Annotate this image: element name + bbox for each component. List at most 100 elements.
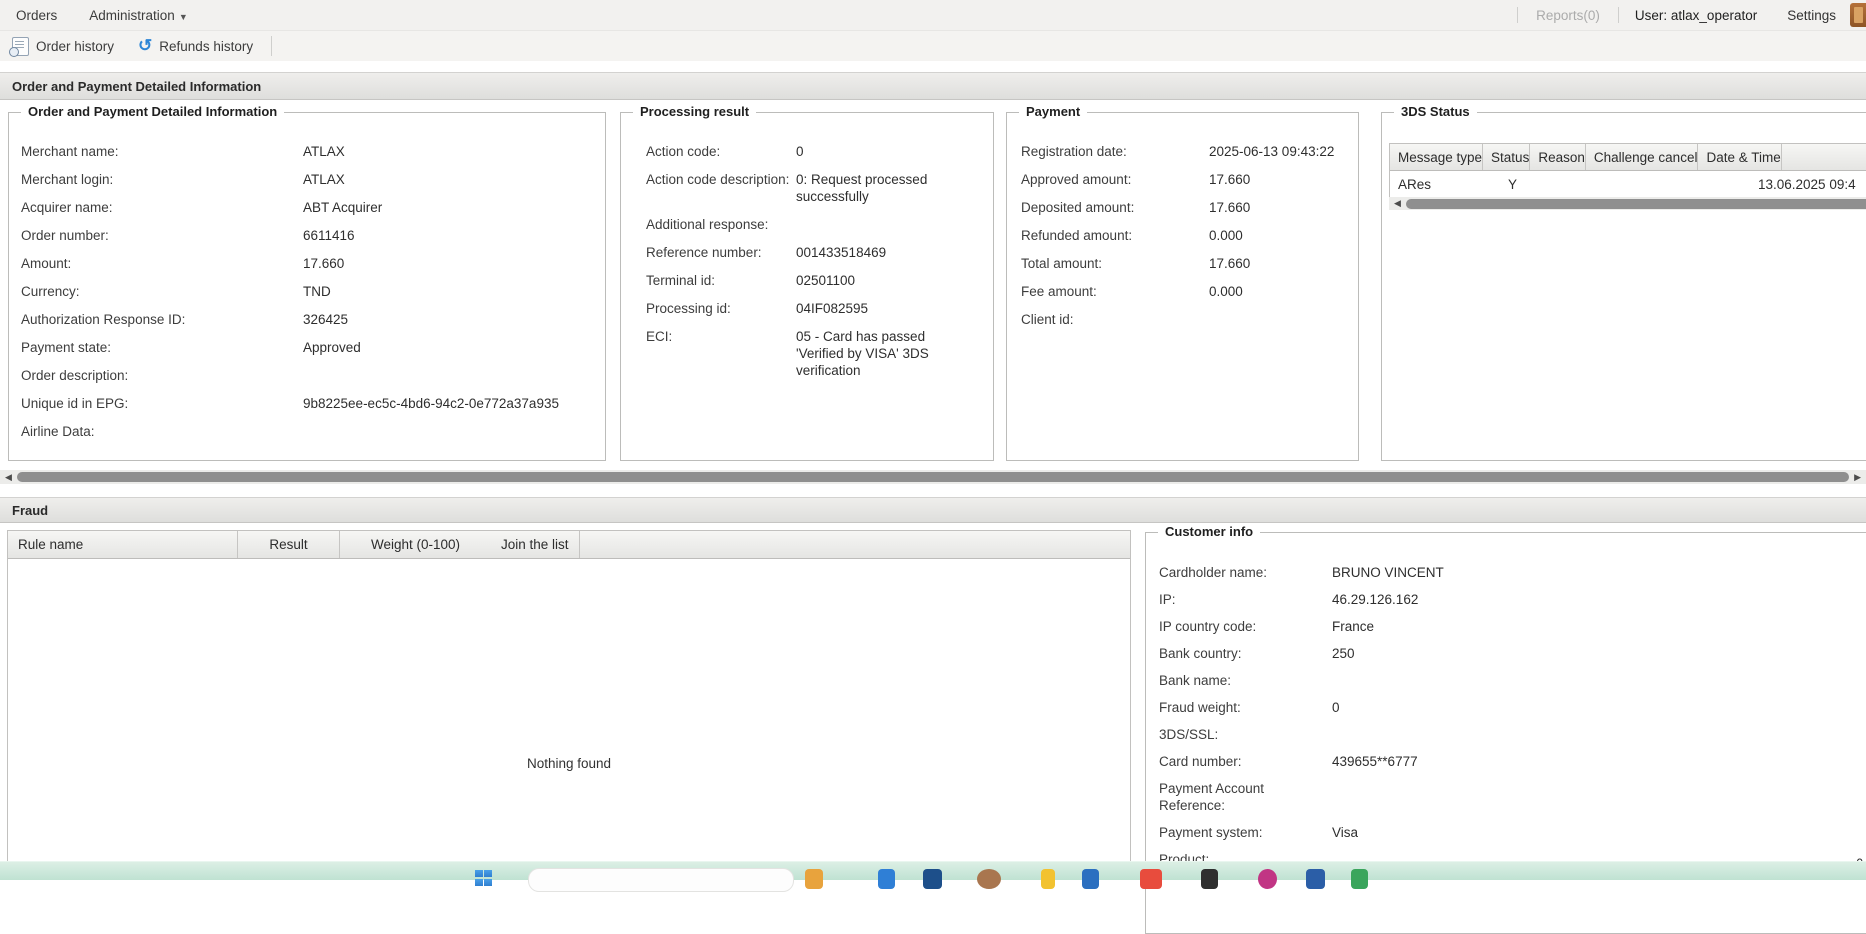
menu-reports[interactable]: Reports(0) — [1518, 8, 1618, 23]
info-row: Merchant login: ATLAX — [21, 171, 605, 188]
menu-settings[interactable]: Settings — [1773, 8, 1850, 23]
refunds-history-button[interactable]: ↺ Refunds history — [126, 38, 265, 55]
field-label: Bank country: — [1159, 645, 1332, 662]
field-value: 17.660 — [303, 255, 344, 272]
info-row: Bank country: 250 — [1159, 645, 1866, 662]
scroll-left-icon[interactable]: ◀ — [1389, 199, 1406, 208]
info-row: Action code description: 0: Request proc… — [646, 171, 993, 205]
info-row: Cardholder name: BRUNO VINCENT — [1159, 564, 1866, 581]
info-row: Card number: 439655**6777 — [1159, 753, 1866, 770]
app-icon-instagram[interactable] — [1258, 869, 1277, 889]
taskbar-search-input[interactable] — [528, 868, 794, 892]
field-value: Visa — [1332, 824, 1358, 841]
top-menu-bar: Orders Administration▼ Reports(0) User: … — [0, 0, 1866, 31]
info-row: 3DS/SSL: — [1159, 726, 1866, 743]
column-header: Join the list — [491, 531, 580, 558]
three-ds-table: Message typeStatusReasonChallenge cancel… — [1389, 143, 1866, 199]
cell-date-time: 13.06.2025 09:4 — [1750, 171, 1866, 198]
order-history-button[interactable]: Order history — [0, 37, 126, 56]
refund-arrow-icon: ↺ — [138, 37, 152, 54]
info-row: Fraud weight: 0 — [1159, 699, 1866, 716]
column-header: Challenge cancel — [1586, 144, 1699, 170]
main-horizontal-scrollbar[interactable]: ◀ ▶ — [0, 470, 1866, 484]
refunds-history-label: Refunds history — [159, 39, 253, 54]
three-ds-status-panel: 3DS Status Message typeStatusReasonChall… — [1381, 112, 1866, 461]
column-header: Status — [1483, 144, 1530, 170]
field-value: 46.29.126.162 — [1332, 591, 1418, 608]
info-row: Order number: 6611416 — [21, 227, 605, 244]
field-value: 17.660 — [1209, 171, 1250, 188]
field-value: 04IF082595 — [796, 300, 938, 317]
info-row: Processing id: 04IF082595 — [646, 300, 993, 317]
info-row: Refunded amount: 0.000 — [1021, 227, 1358, 244]
app-icon-blue-pencil[interactable] — [1082, 869, 1099, 889]
fraud-table: Rule nameResultWeight (0-100)Join the li… — [7, 530, 1131, 870]
field-label: Approved amount: — [1021, 171, 1209, 188]
info-row: Total amount: 17.660 — [1021, 255, 1358, 272]
customer-info-legend: Customer info — [1158, 524, 1260, 539]
info-row: IP country code: France — [1159, 618, 1866, 635]
field-label: IP: — [1159, 591, 1332, 608]
field-value: BRUNO VINCENT — [1332, 564, 1444, 581]
app-icon-green[interactable] — [1351, 869, 1368, 889]
info-row: Action code: 0 — [646, 143, 993, 160]
app-icon-black[interactable] — [1201, 869, 1218, 889]
app-icon-navy2[interactable] — [1306, 869, 1325, 889]
field-value: 17.660 — [1209, 255, 1250, 272]
field-label: Total amount: — [1021, 255, 1209, 272]
fraud-table-header: Rule nameResultWeight (0-100)Join the li… — [8, 531, 1130, 559]
info-row: Terminal id: 02501100 — [646, 272, 993, 289]
field-label: Amount: — [21, 255, 303, 272]
field-value: 001433518469 — [796, 244, 938, 261]
scrollbar-thumb[interactable] — [1406, 199, 1866, 209]
menu-administration[interactable]: Administration▼ — [73, 8, 203, 23]
field-label: Refunded amount: — [1021, 227, 1209, 244]
menu-orders[interactable]: Orders — [0, 8, 73, 23]
three-ds-table-header: Message typeStatusReasonChallenge cancel… — [1390, 144, 1866, 171]
info-row: Amount: 17.660 — [21, 255, 605, 272]
processing-result-legend: Processing result — [633, 104, 756, 119]
order-info-legend: Order and Payment Detailed Information — [21, 104, 284, 119]
logout-door-icon[interactable] — [1850, 3, 1866, 27]
windows-start-icon[interactable] — [475, 870, 492, 886]
field-label: 3DS/SSL: — [1159, 726, 1332, 743]
info-row: Payment system: Visa — [1159, 824, 1866, 841]
three-ds-legend: 3DS Status — [1394, 104, 1477, 119]
app-icon-folder[interactable] — [805, 869, 823, 889]
app-icon-blue-drop[interactable] — [878, 869, 895, 889]
three-ds-table-row[interactable]: ARes Y 13.06.2025 09:4 — [1390, 171, 1866, 199]
field-value: ABT Acquirer — [303, 199, 382, 216]
info-row: Reference number: 001433518469 — [646, 244, 993, 261]
field-label: Cardholder name: — [1159, 564, 1332, 581]
field-value: ATLAX — [303, 171, 345, 188]
scrollbar-thumb[interactable] — [17, 472, 1849, 482]
cell-message-type: ARes — [1390, 171, 1500, 198]
field-value: 250 — [1332, 645, 1355, 662]
app-icon-navy-square[interactable] — [923, 869, 942, 889]
field-value: 6611416 — [303, 227, 355, 244]
app-icon-avatar[interactable] — [977, 869, 1001, 889]
field-value: 9b8225ee-ec5c-4bd6-94c2-0e772a37a935 — [303, 395, 559, 412]
cell-challenge-cancel — [1646, 171, 1750, 198]
field-label: Deposited amount: — [1021, 199, 1209, 216]
field-label: Order number: — [21, 227, 303, 244]
scroll-right-icon[interactable]: ▶ — [1849, 473, 1866, 482]
scroll-left-icon[interactable]: ◀ — [0, 473, 17, 482]
field-label: Payment system: — [1159, 824, 1332, 841]
field-label: Payment state: — [21, 339, 303, 356]
field-value: 0 — [796, 143, 938, 160]
app-icon-yellow[interactable] — [1041, 869, 1055, 889]
field-value: 0.000 — [1209, 283, 1243, 300]
divider — [271, 36, 272, 56]
field-value: 0: Request processed successfully — [796, 171, 938, 205]
field-value: ATLAX — [303, 143, 345, 160]
info-row: Airline Data: — [21, 423, 605, 440]
info-row: Client id: — [1021, 311, 1358, 328]
field-label: Unique id in EPG: — [21, 395, 303, 412]
document-clock-icon — [12, 37, 29, 56]
field-label: Reference number: — [646, 244, 796, 261]
column-header: Reason — [1530, 144, 1586, 170]
field-label: Merchant name: — [21, 143, 303, 160]
three-ds-horizontal-scrollbar[interactable]: ◀ — [1389, 197, 1866, 210]
app-icon-red[interactable] — [1140, 869, 1162, 889]
